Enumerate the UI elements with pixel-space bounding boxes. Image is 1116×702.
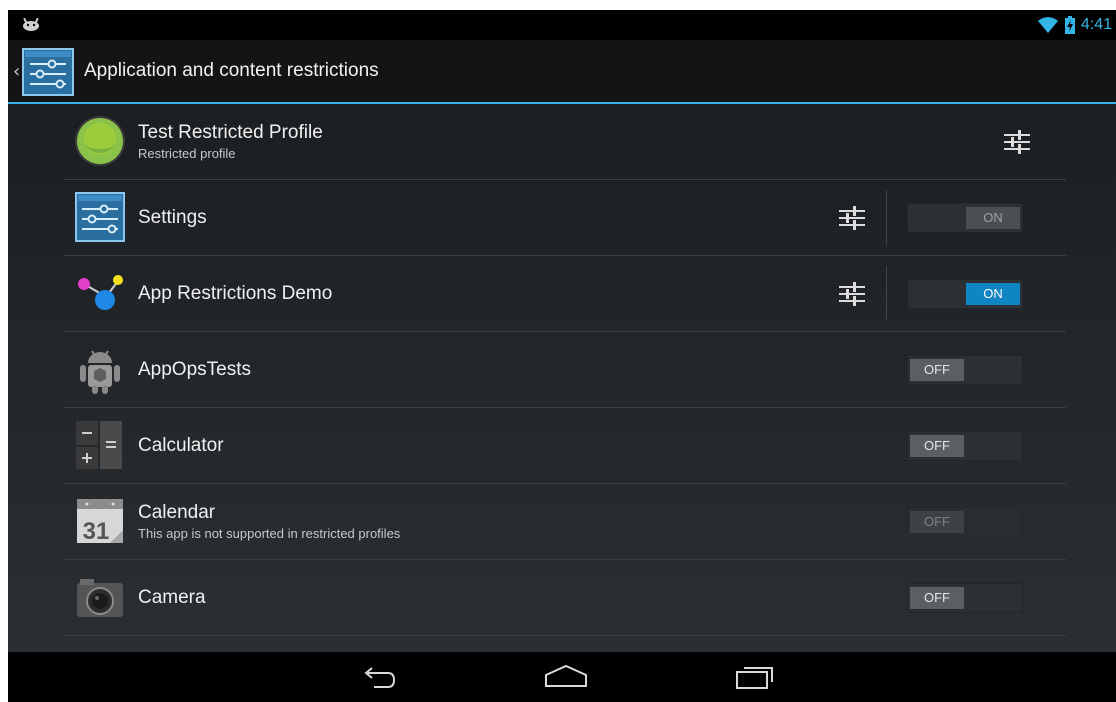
app-row-settings[interactable]: Settings ON <box>64 180 1066 256</box>
app-name: Settings <box>138 206 207 228</box>
calendar-icon: 31 <box>77 499 123 545</box>
app-name: Calculator <box>138 434 224 456</box>
android-robot-icon <box>80 350 120 394</box>
app-settings-icon[interactable] <box>837 203 867 233</box>
battery-charging-icon <box>1064 16 1075 34</box>
toggle-label: ON <box>966 283 1020 305</box>
profile-name: Test Restricted Profile <box>138 122 323 143</box>
profile-avatar-icon <box>75 116 125 166</box>
app-settings-icon[interactable] <box>837 279 867 309</box>
status-bar: 4:41 <box>8 10 1116 40</box>
restrictions-list: Test Restricted Profile Restricted profi… <box>8 104 1116 652</box>
back-icon[interactable] <box>358 662 398 692</box>
device-screen: 4:41 ‹ Application and content restricti… <box>8 10 1116 702</box>
app-row-calendar[interactable]: 31 Calendar This app is not supported in… <box>64 484 1066 560</box>
app-subtitle: This app is not supported in restricted … <box>138 526 401 541</box>
toggle-switch[interactable]: OFF <box>907 507 1023 537</box>
toggle-switch[interactable]: ON <box>907 279 1023 309</box>
app-name: App Restrictions Demo <box>138 282 333 304</box>
calendar-day-number: 31 <box>83 518 110 545</box>
camera-icon <box>77 579 123 617</box>
app-row-appopstests[interactable]: AppOpsTests OFF <box>64 332 1066 408</box>
profile-subtitle: Restricted profile <box>138 146 236 161</box>
calculator-icon <box>76 421 122 469</box>
navigation-bar <box>8 652 1116 702</box>
recent-apps-icon[interactable] <box>734 662 776 692</box>
app-name: Camera <box>138 586 206 608</box>
up-caret-icon[interactable]: ‹ <box>13 61 20 82</box>
page-title: Application and content restrictions <box>84 60 379 81</box>
app-row-calculator[interactable]: Calculator OFF <box>64 408 1066 484</box>
app-row-partial[interactable] <box>64 636 1066 652</box>
row-divider <box>886 190 887 245</box>
app-row-app-restrictions-demo[interactable]: App Restrictions Demo ON <box>64 256 1066 332</box>
settings-app-icon <box>75 192 125 242</box>
home-icon[interactable] <box>543 662 589 692</box>
wifi-icon <box>1037 17 1058 33</box>
app-name: Calendar <box>138 502 216 523</box>
toggle-switch[interactable]: OFF <box>907 583 1023 613</box>
android-notification-icon <box>23 17 39 31</box>
toggle-switch[interactable]: ON <box>907 203 1023 233</box>
app-row-camera[interactable]: Camera OFF <box>64 560 1066 636</box>
action-bar: ‹ Application and content restrictions <box>8 40 1116 104</box>
toggle-label: OFF <box>910 511 964 533</box>
toggle-label: ON <box>966 207 1020 229</box>
toggle-label: OFF <box>910 359 964 381</box>
toggle-switch[interactable]: OFF <box>907 431 1023 461</box>
settings-sliders-icon[interactable] <box>22 48 74 96</box>
molecule-icon <box>78 275 123 310</box>
toggle-switch[interactable]: OFF <box>907 355 1023 385</box>
toggle-label: OFF <box>910 587 964 609</box>
status-time: 4:41 <box>1080 16 1112 33</box>
profile-settings-icon[interactable] <box>1002 127 1032 157</box>
toggle-label: OFF <box>910 435 964 457</box>
row-divider <box>886 266 887 321</box>
profile-row[interactable]: Test Restricted Profile Restricted profi… <box>64 104 1066 180</box>
app-name: AppOpsTests <box>138 358 251 380</box>
